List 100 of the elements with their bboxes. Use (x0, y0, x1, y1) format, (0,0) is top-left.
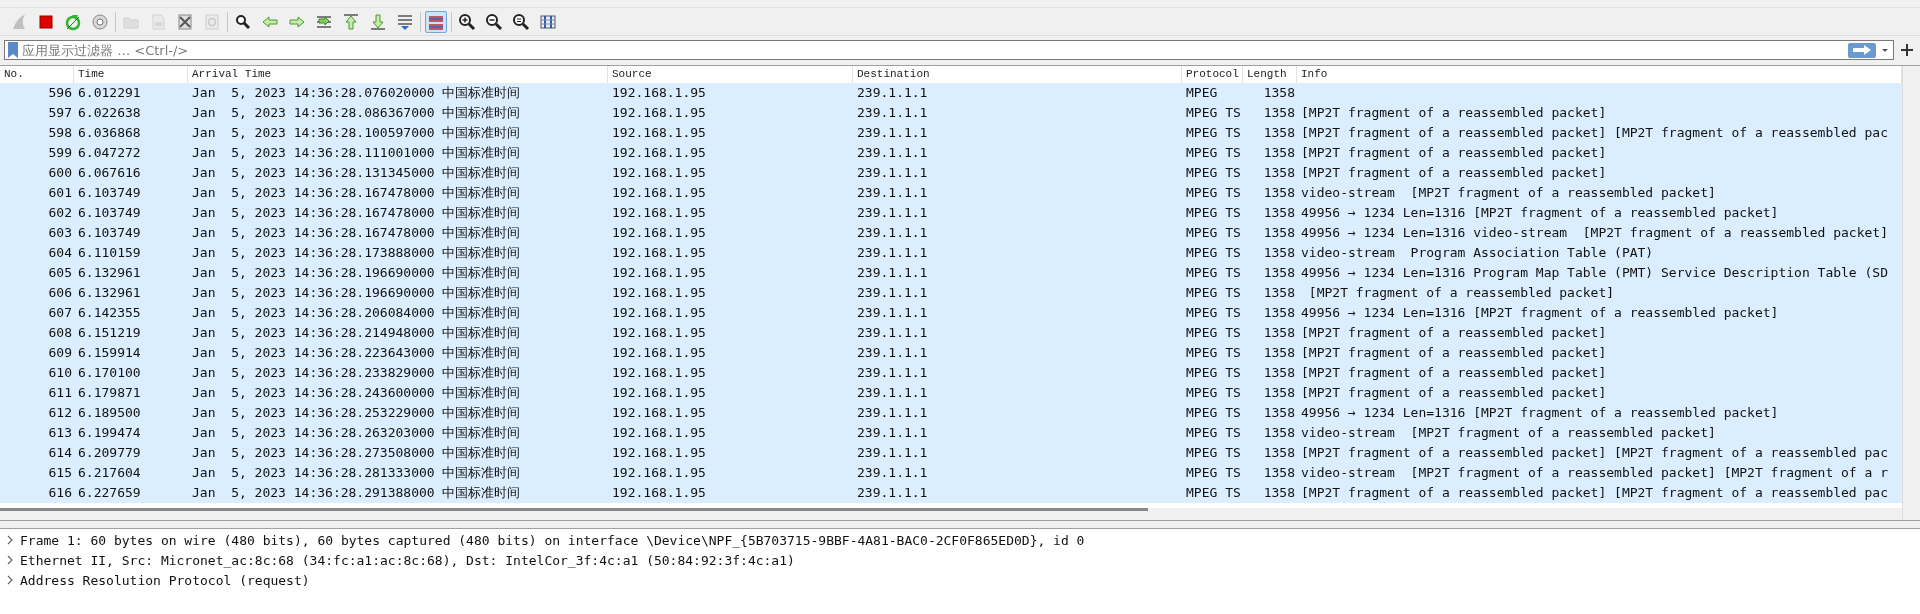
bookmark-icon[interactable] (8, 42, 18, 58)
table-cell: 239.1.1.1 (857, 405, 928, 420)
table-cell: Jan 5, 2023 14:36:28.196690000 中国标准时间 (192, 285, 521, 300)
close-icon[interactable] (176, 12, 194, 31)
table-cell: 192.168.1.95 (612, 305, 706, 320)
table-cell: 192.168.1.95 (612, 445, 706, 460)
table-cell: 239.1.1.1 (857, 185, 928, 200)
table-cell: 6.103749 (78, 205, 141, 220)
table-cell: 192.168.1.95 (612, 385, 706, 400)
table-cell: 239.1.1.1 (857, 125, 928, 140)
table-cell: 192.168.1.95 (612, 85, 706, 100)
table-cell: 192.168.1.95 (612, 365, 706, 380)
table-cell: 6.103749 (78, 185, 141, 200)
table-cell: video-stream [MP2T fragment of a reassembled packet] (1301, 425, 1716, 440)
table-cell: 192.168.1.95 (612, 265, 706, 280)
table-cell: MPEG TS (1186, 245, 1241, 260)
table-cell: 596 (48, 85, 72, 100)
table-cell: 1358 (1263, 465, 1295, 480)
table-cell: 192.168.1.95 (612, 245, 706, 260)
table-cell: video-stream Program Association Table (PAT) (1301, 245, 1654, 260)
restart-icon[interactable] (64, 12, 82, 31)
table-cell: 606 (48, 285, 72, 300)
list-down-icon[interactable] (396, 12, 414, 31)
arrow-up-icon[interactable] (342, 12, 360, 31)
table-cell: 239.1.1.1 (857, 445, 928, 460)
table-cell: MPEG TS (1186, 365, 1241, 380)
table-cell: Jan 5, 2023 14:36:28.291388000 中国标准时间 (192, 485, 521, 500)
table-cell: [MP2T fragment of a reassembled packet] (1301, 145, 1607, 160)
table-cell: 1358 (1263, 445, 1295, 460)
table-cell: 239.1.1.1 (857, 145, 928, 160)
table-cell: 1358 (1263, 385, 1295, 400)
chevron-right-icon[interactable] (6, 555, 14, 565)
table-cell: video-stream [MP2T fragment of a reassembled packet] (1301, 185, 1716, 200)
table-cell: MPEG TS (1186, 425, 1241, 440)
zoom-out-icon[interactable] (485, 12, 503, 31)
table-cell: 1358 (1263, 325, 1295, 340)
filter-field[interactable]: 应用显示过滤器 … <Ctrl-/> (4, 40, 1894, 60)
table-cell: 6.103749 (78, 225, 141, 240)
search-icon[interactable] (234, 12, 252, 31)
table-cell: 616 (48, 485, 72, 500)
table-cell: 239.1.1.1 (857, 325, 928, 340)
scrollbar-track[interactable] (1902, 66, 1920, 520)
table-cell: [MP2T fragment of a reassembled packet] (1301, 165, 1607, 180)
stop-icon[interactable] (37, 12, 55, 31)
table-cell: 239.1.1.1 (857, 85, 928, 100)
table-cell: Jan 5, 2023 14:36:28.253229000 中国标准时间 (192, 405, 521, 420)
table-cell: Jan 5, 2023 14:36:28.273508000 中国标准时间 (192, 445, 521, 460)
table-cell: 1358 (1263, 345, 1295, 360)
table-cell: 1358 (1263, 265, 1295, 280)
table-cell: MPEG TS (1186, 325, 1241, 340)
table-cell: 604 (48, 245, 72, 260)
zoom-reset-icon[interactable] (512, 12, 530, 31)
table-cell: 601 (48, 185, 72, 200)
table-cell: Jan 5, 2023 14:36:28.196690000 中国标准时间 (192, 265, 521, 280)
table-cell: 598 (48, 125, 72, 140)
table-cell: MPEG TS (1186, 405, 1241, 420)
table-cell: 6.047272 (78, 145, 141, 160)
table-cell: Jan 5, 2023 14:36:28.223643000 中国标准时间 (192, 345, 521, 360)
table-cell: 1358 (1263, 85, 1295, 100)
table-cell: 611 (48, 385, 72, 400)
table-cell: 599 (48, 145, 72, 160)
tree-item[interactable]: Address Resolution Protocol (request) (20, 572, 310, 588)
table-cell: MPEG TS (1186, 465, 1241, 480)
tree-item[interactable]: Ethernet II, Src: Micronet_ac:8c:68 (34:fc:a1:ac:8c:68), Dst: IntelCor_3f:4c:a1 (50:84:92:3f:4c:a1) (20, 552, 795, 568)
table-cell: 192.168.1.95 (612, 325, 706, 340)
table-cell: Jan 5, 2023 14:36:28.076020000 中国标准时间 (192, 85, 521, 100)
chevron-right-icon[interactable] (6, 535, 14, 545)
table-cell: Jan 5, 2023 14:36:28.206084000 中国标准时间 (192, 305, 521, 320)
table-cell: 1358 (1263, 485, 1295, 500)
table-cell: 239.1.1.1 (857, 425, 928, 440)
table-cell: 1358 (1263, 205, 1295, 220)
table-cell: 600 (48, 165, 72, 180)
table-cell: 239.1.1.1 (857, 365, 928, 380)
tree-item[interactable]: Frame 1: 60 bytes on wire (480 bits), 60 bytes captured (480 bits) on interface \Device\NPF_{5B703715-9BBF-4A81-BAC0-2CF0F865ED0D}, id 0 (20, 532, 1085, 548)
table-cell: 612 (48, 405, 72, 420)
table-cell: Jan 5, 2023 14:36:28.086367000 中国标准时间 (192, 105, 521, 120)
table-cell: [MP2T fragment of a reassembled packet] (1301, 365, 1607, 380)
table-cell: MPEG TS (1186, 385, 1241, 400)
arrow-down-icon[interactable] (369, 12, 387, 31)
table-cell: 6.209779 (78, 445, 141, 460)
table-cell: 192.168.1.95 (612, 105, 706, 120)
table-cell: Jan 5, 2023 14:36:28.281333000 中国标准时间 (192, 465, 521, 480)
scrollbar-thumb[interactable] (0, 508, 1148, 511)
table-cell: 6.110159 (78, 245, 141, 260)
filter-input[interactable]: 应用显示过滤器 … <Ctrl-/> (22, 42, 1844, 58)
table-cell: 239.1.1.1 (857, 245, 928, 260)
table-cell: 1358 (1263, 245, 1295, 260)
table-cell: 1358 (1263, 125, 1295, 140)
table-cell: 192.168.1.95 (612, 145, 706, 160)
table-cell: 6.132961 (78, 265, 141, 280)
gear-icon[interactable] (91, 12, 109, 31)
table-cell: [MP2T fragment of a reassembled packet] (1301, 385, 1607, 400)
table-cell: 6.159914 (78, 345, 141, 360)
zoom-in-icon[interactable] (458, 12, 476, 31)
chevron-right-icon[interactable] (6, 575, 14, 585)
columns-icon[interactable] (539, 12, 557, 31)
table-cell: MPEG TS (1186, 165, 1241, 180)
table-cell: 1358 (1263, 425, 1295, 440)
plus-icon[interactable] (1900, 43, 1914, 57)
table-cell: [MP2T fragment of a reassembled packet] (1301, 105, 1607, 120)
